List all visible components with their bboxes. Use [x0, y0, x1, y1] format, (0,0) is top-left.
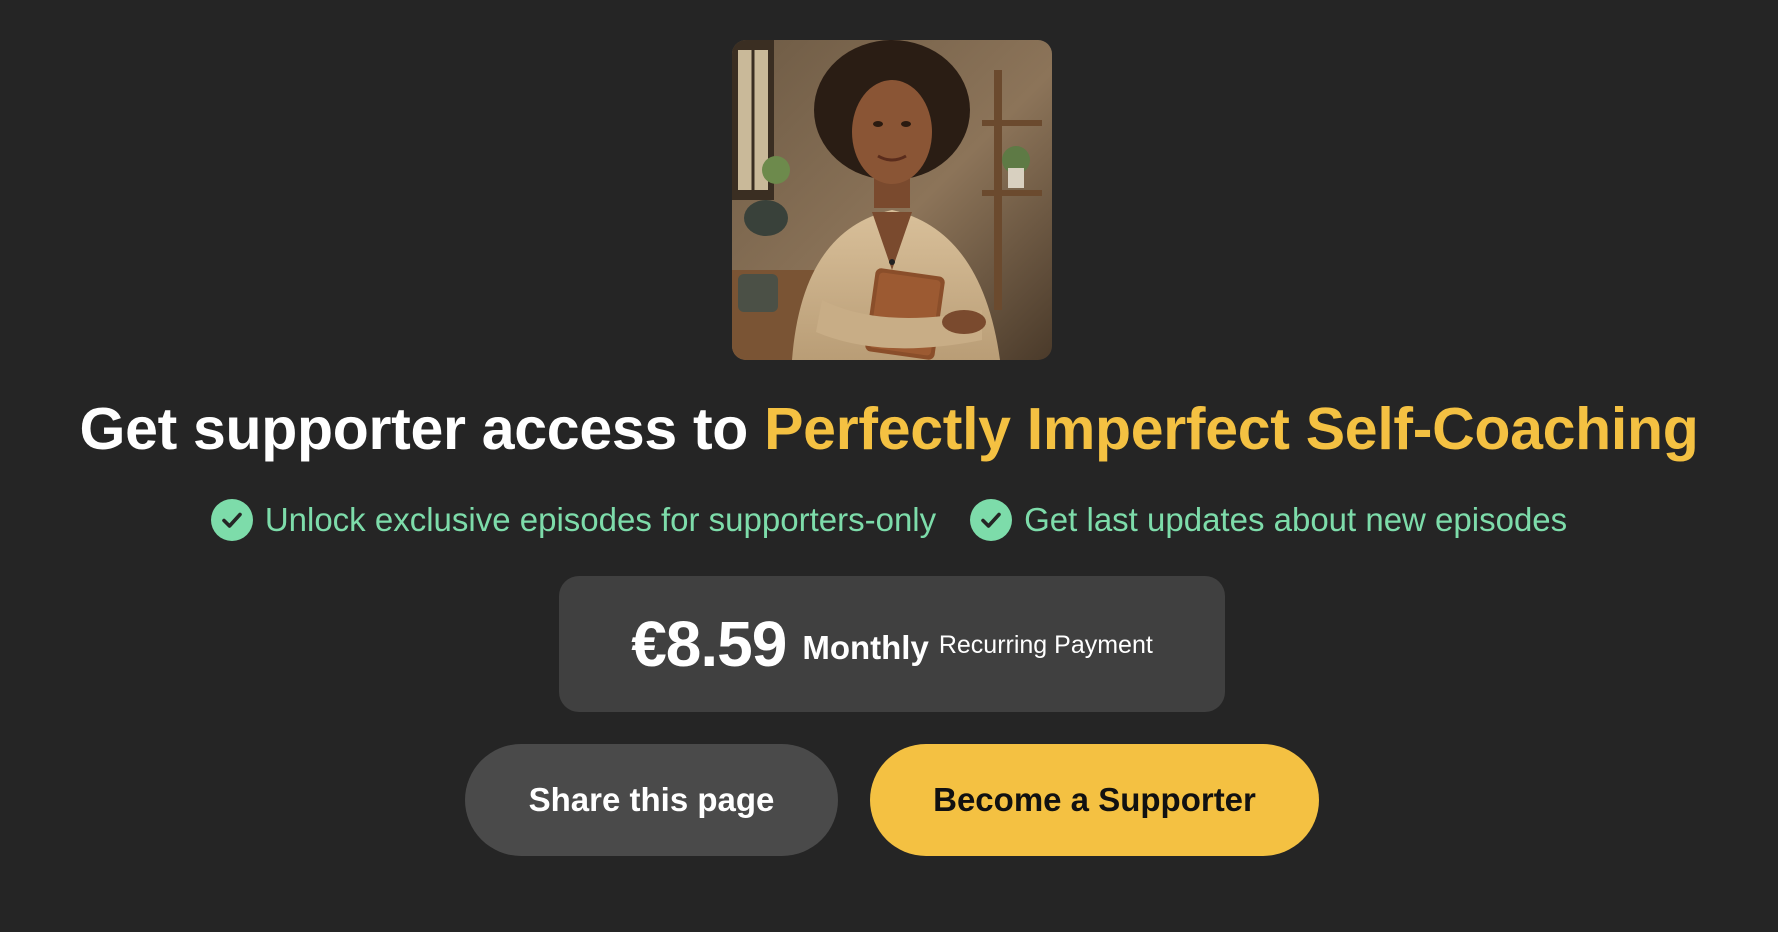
supporter-page: Get supporter access to Perfectly Imperf…: [0, 0, 1778, 932]
cover-illustration: [732, 40, 1052, 360]
feature-item: Get last updates about new episodes: [970, 496, 1567, 544]
title-prefix: Get supporter access to: [79, 396, 765, 462]
feature-list: Unlock exclusive episodes for supporters…: [0, 496, 1778, 544]
podcast-name: Perfectly Imperfect Self-Coaching: [764, 396, 1699, 462]
feature-text: Get last updates about new episodes: [1024, 501, 1568, 538]
check-circle-icon: [210, 499, 253, 541]
become-supporter-button[interactable]: Become a Supporter: [870, 744, 1319, 856]
price-note: Recurring Payment: [938, 630, 1153, 659]
podcast-cover-image: [732, 40, 1052, 360]
share-page-button[interactable]: Share this page: [465, 744, 838, 856]
check-circle-icon: [970, 499, 1013, 541]
feature-item: Unlock exclusive episodes for supporters…: [210, 496, 937, 544]
price-period: Monthly: [802, 629, 929, 666]
feature-text: Unlock exclusive episodes for supporters…: [264, 501, 937, 538]
price-amount: €8.59: [631, 608, 787, 680]
pricing-card: €8.59 Monthly Recurring Payment: [559, 576, 1225, 712]
page-title: Get supporter access to Perfectly Imperf…: [0, 394, 1778, 464]
